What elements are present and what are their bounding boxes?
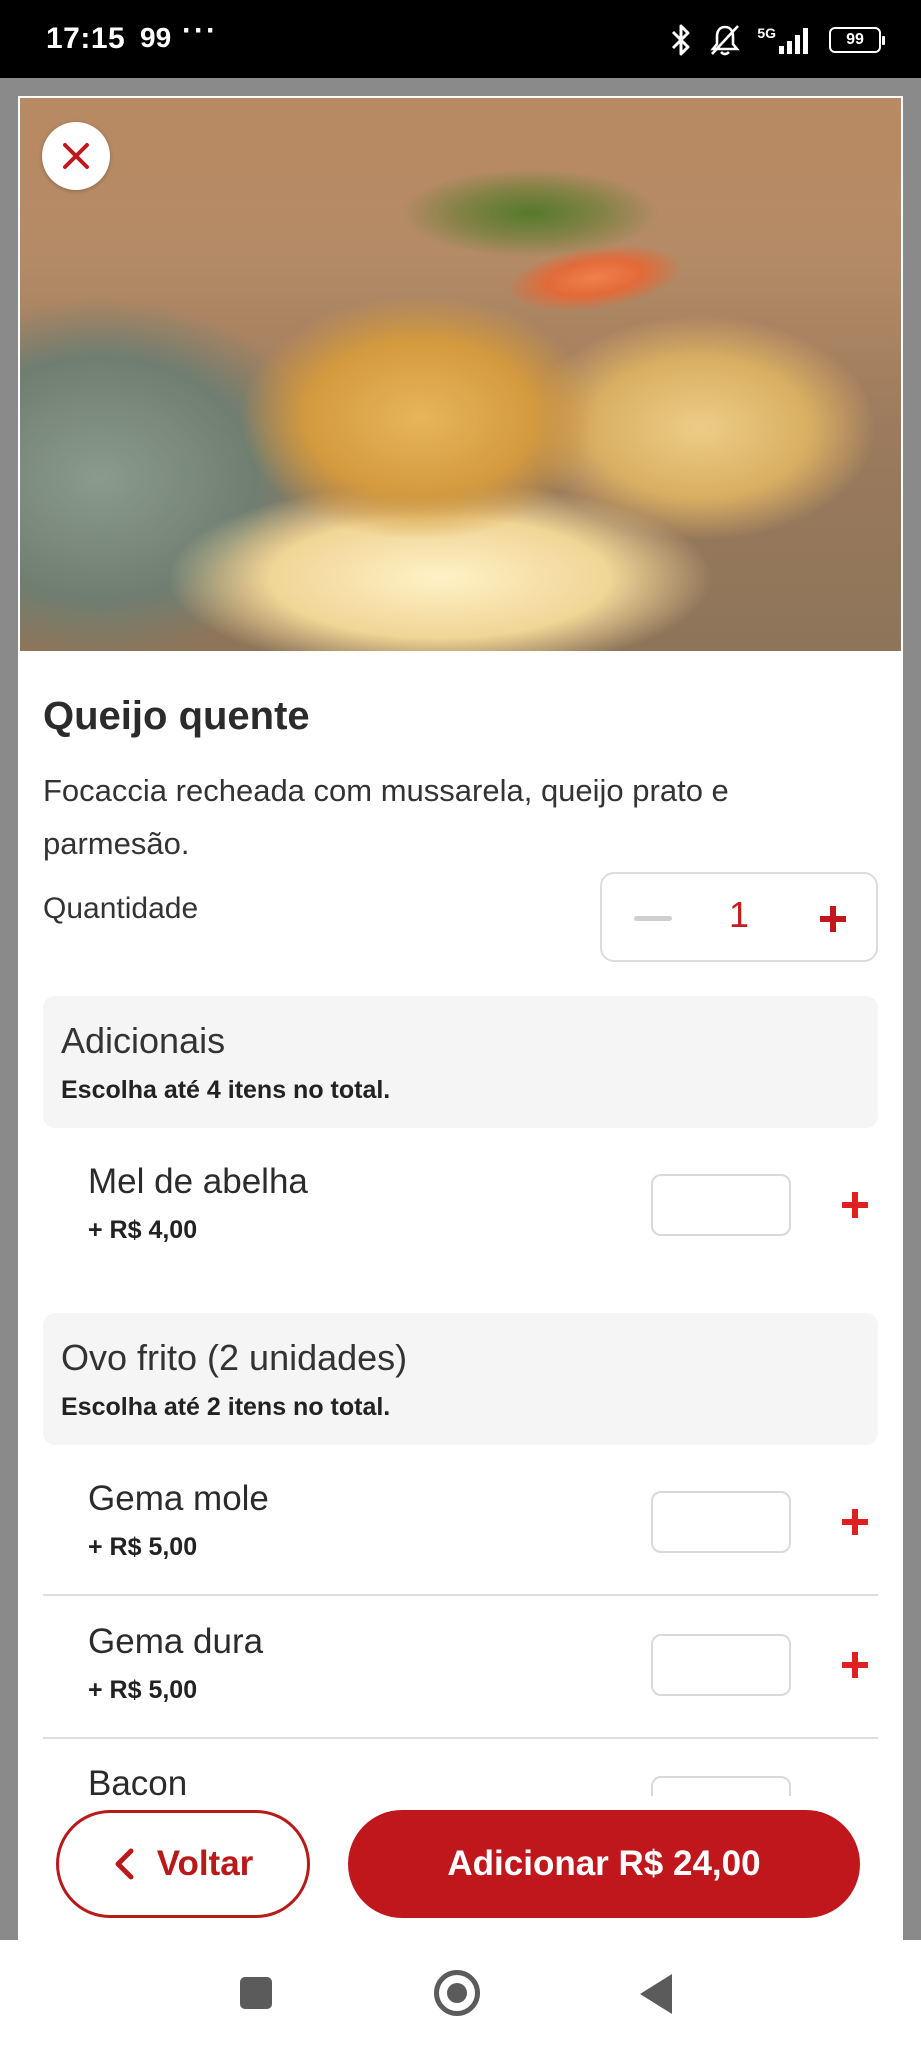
divider xyxy=(43,1594,878,1596)
option-quantity-field[interactable] xyxy=(651,1174,791,1236)
chevron-left-icon xyxy=(115,1848,134,1880)
system-back-button[interactable] xyxy=(640,1974,672,2014)
option-name: Gema mole xyxy=(88,1479,269,1518)
add-option-button[interactable] xyxy=(840,1507,870,1537)
option-item: Gema mole + R$ 5,00 xyxy=(43,1479,878,1579)
product-description: Focaccia recheada com mussarela, queijo … xyxy=(43,773,729,861)
option-price: + R$ 5,00 xyxy=(88,1533,198,1561)
more-notifications-icon: ··· xyxy=(182,14,218,47)
home-button[interactable] xyxy=(434,1970,480,2016)
add-option-button[interactable] xyxy=(840,1650,870,1680)
bluetooth-icon xyxy=(672,24,690,56)
add-to-cart-label: Adicionar R$ 24,00 xyxy=(447,1844,761,1883)
quantity-stepper: 1 xyxy=(600,872,878,962)
option-item: Mel de abelha + R$ 4,00 xyxy=(43,1162,878,1262)
close-button[interactable] xyxy=(42,122,110,190)
option-item: Gema dura + R$ 5,00 xyxy=(43,1622,878,1722)
back-button-label: Voltar xyxy=(156,1844,254,1883)
group-subtitle: Escolha até 2 itens no total. xyxy=(61,1393,391,1421)
status-time: 17:15 xyxy=(46,22,126,55)
close-icon xyxy=(63,143,89,169)
muted-bell-icon xyxy=(710,25,741,56)
add-option-button[interactable] xyxy=(840,1190,870,1220)
notification-count: 99 xyxy=(140,22,172,53)
garnish-shape xyxy=(400,168,660,258)
network-5g-icon: 5G xyxy=(757,26,813,54)
signal-icon xyxy=(779,28,808,54)
product-image xyxy=(20,98,901,651)
status-bar: 17:15 99 ··· 5G 99 xyxy=(0,0,921,78)
status-icons: 5G 99 xyxy=(669,22,885,58)
recent-apps-button[interactable] xyxy=(240,1977,272,2009)
divider xyxy=(43,1737,878,1739)
battery-icon: 99 xyxy=(829,27,885,53)
option-quantity-field[interactable] xyxy=(651,1634,791,1696)
product-title: Queijo quente xyxy=(43,694,310,738)
group-header-ovo-frito: Ovo frito (2 unidades) Escolha até 2 ite… xyxy=(43,1313,878,1445)
increase-quantity-button[interactable] xyxy=(818,904,848,934)
option-name: Mel de abelha xyxy=(88,1162,308,1201)
option-price: + R$ 5,00 xyxy=(88,1676,198,1704)
option-price: + R$ 4,00 xyxy=(88,1216,198,1244)
group-header-adicionais: Adicionais Escolha até 4 itens no total. xyxy=(43,996,878,1128)
back-button[interactable]: Voltar xyxy=(56,1810,310,1918)
modal-footer: Voltar Adicionar R$ 24,00 xyxy=(18,1796,903,1940)
quantity-label: Quantidade xyxy=(43,892,199,925)
group-subtitle: Escolha até 4 itens no total. xyxy=(61,1076,391,1104)
add-to-cart-button[interactable]: Adicionar R$ 24,00 xyxy=(348,1810,860,1918)
product-modal: Queijo quente Focaccia recheada com muss… xyxy=(18,96,903,1940)
system-navigation-bar xyxy=(0,1940,921,2048)
option-name: Gema dura xyxy=(88,1622,264,1661)
group-title: Ovo frito (2 unidades) xyxy=(61,1337,408,1378)
option-quantity-field[interactable] xyxy=(651,1491,791,1553)
group-title: Adicionais xyxy=(61,1020,226,1061)
